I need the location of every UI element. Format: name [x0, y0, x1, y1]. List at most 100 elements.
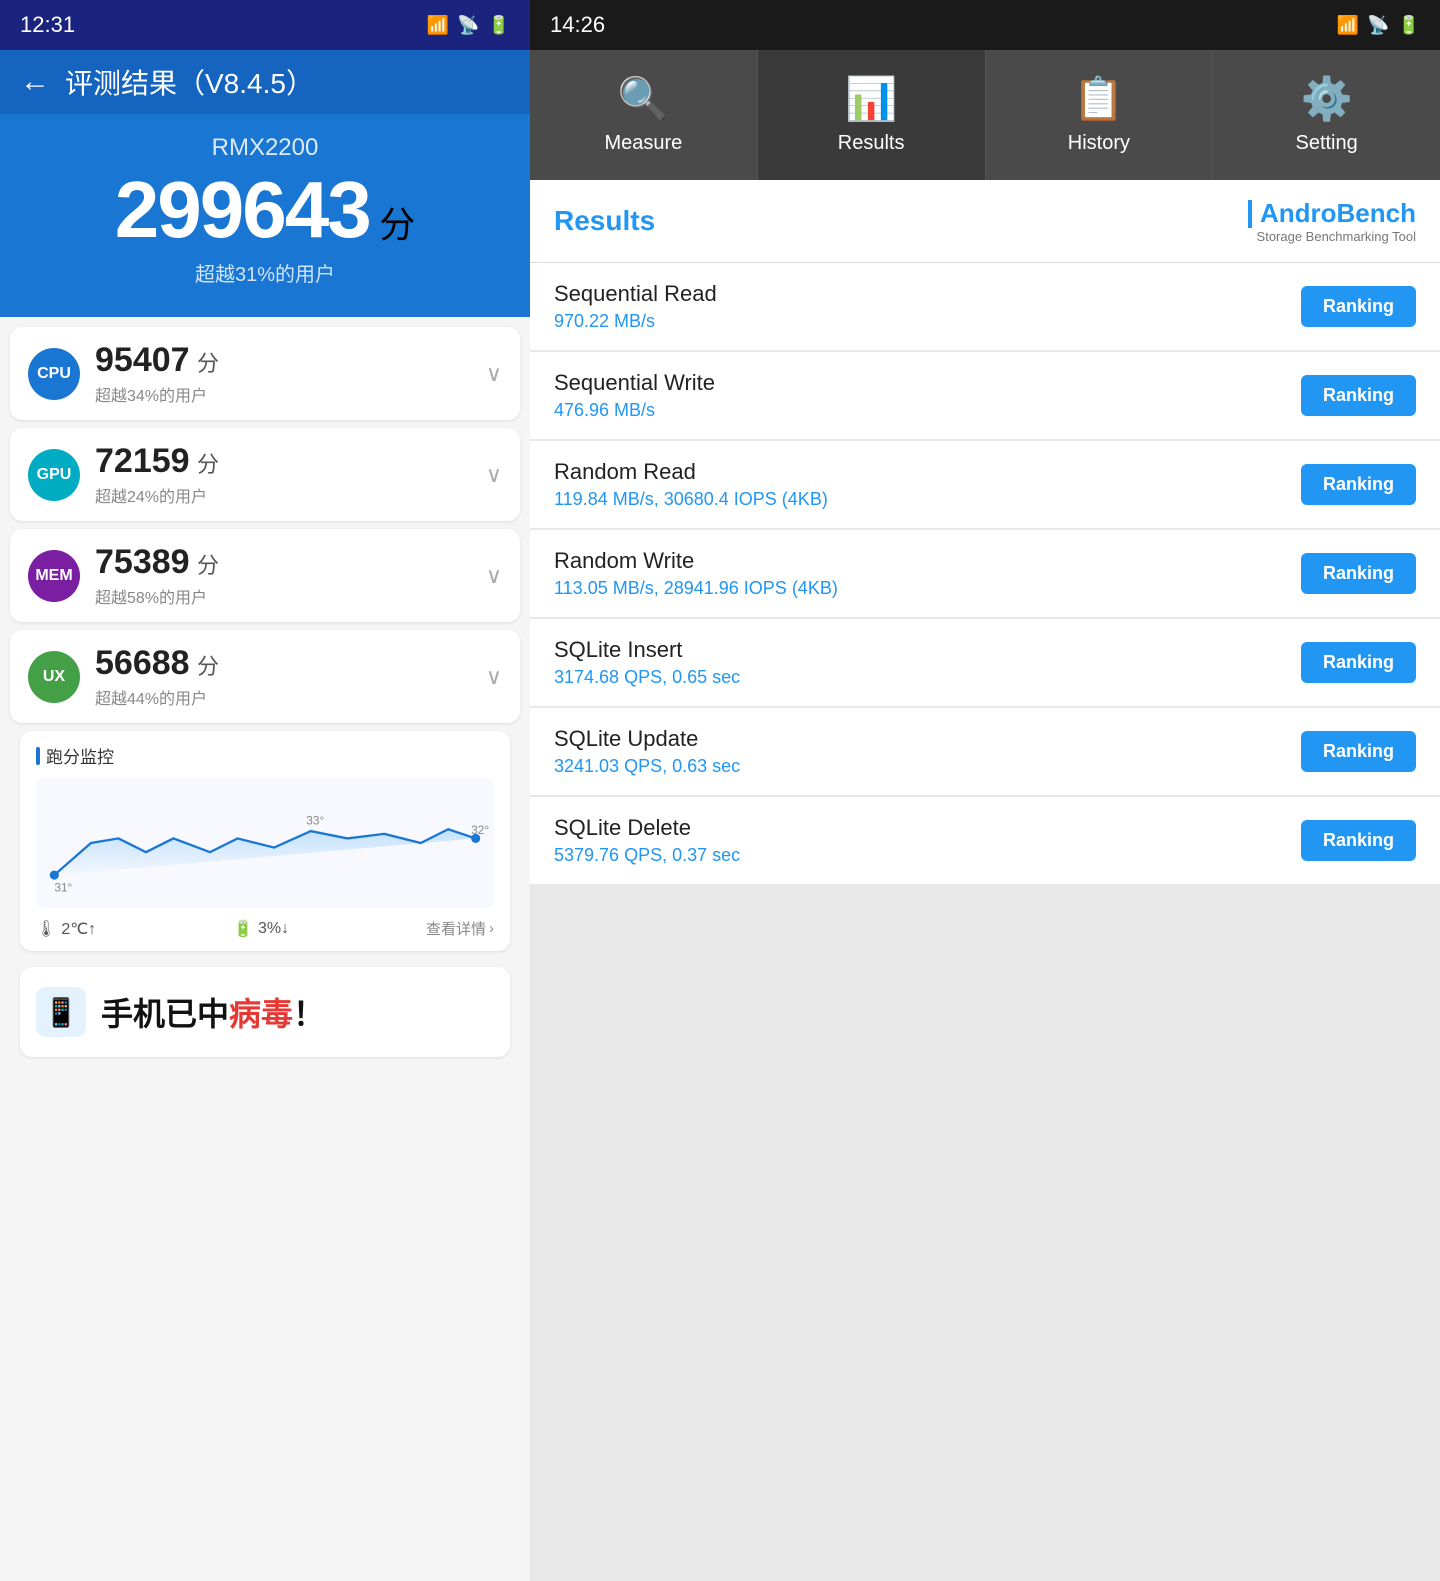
- benchmark-info: Sequential Write 476.96 MB/s: [554, 370, 715, 421]
- score-fen: 分: [197, 351, 219, 376]
- battery-icon-right: 🔋: [1398, 15, 1420, 36]
- status-bar-left: 12:31 📶 📡 🔋: [0, 0, 530, 50]
- virus-icon-box: 📱: [36, 987, 86, 1037]
- temp-stat: 🌡 2℃↑: [36, 919, 96, 939]
- results-tab-label: Results: [838, 132, 905, 155]
- androbench-logo: AndroBench Storage Benchmarking Tool: [1248, 198, 1416, 244]
- signal-icon: 📡: [457, 15, 479, 36]
- chevron-down-icon: ∨: [486, 462, 502, 488]
- ranking-button[interactable]: Ranking: [1301, 820, 1416, 861]
- score-card-cpu[interactable]: CPU 95407 分 超越34%的用户 ∨: [10, 327, 520, 420]
- virus-text-end: ！: [293, 996, 325, 1032]
- benchmark-value: 3174.68 QPS, 0.65 sec: [554, 667, 740, 688]
- benchmark-name: Sequential Read: [554, 281, 717, 307]
- status-icons-left: 📶 📡 🔋: [427, 15, 510, 36]
- header-bar: ← 评测结果（V8.4.5）: [0, 50, 530, 114]
- score-number: 95407 分: [95, 341, 471, 380]
- benchmark-value: 3241.03 QPS, 0.63 sec: [554, 756, 740, 777]
- ranking-button[interactable]: Ranking: [1301, 553, 1416, 594]
- main-score-row: 299643 分: [0, 170, 530, 250]
- score-pct: 超越44%的用户: [95, 685, 471, 709]
- score-section: RMX2200 299643 分 超越31%的用户: [0, 114, 530, 317]
- battery-stat-icon: 🔋: [233, 919, 253, 939]
- score-pct: 超越24%的用户: [95, 483, 471, 507]
- temp-value: 2℃↑: [61, 919, 96, 939]
- wifi-icon: 📶: [427, 15, 449, 36]
- benchmark-value: 119.84 MB/s, 30680.4 IOPS (4KB): [554, 489, 828, 510]
- brand-part1: Andro: [1260, 198, 1337, 228]
- score-info: 72159 分 超越24%的用户: [95, 442, 471, 507]
- battery-value: 3%↓: [258, 920, 289, 938]
- setting-tab-label: Setting: [1295, 132, 1357, 155]
- battery-stat: 🔋 3%↓: [233, 919, 289, 939]
- chevron-down-icon: ∨: [486, 361, 502, 387]
- setting-tab-icon: ⚙️: [1300, 75, 1352, 124]
- history-tab-icon: 📋: [1073, 75, 1125, 124]
- results-header: Results AndroBench Storage Benchmarking …: [530, 180, 1440, 263]
- monitor-section: 跑分监控 31° 33° 32°: [20, 731, 510, 951]
- main-score: 299643: [115, 165, 370, 254]
- score-value: 72159: [95, 442, 190, 480]
- device-name: RMX2200: [0, 134, 530, 162]
- ranking-button[interactable]: Ranking: [1301, 375, 1416, 416]
- score-number: 72159 分: [95, 442, 471, 481]
- tab-setting[interactable]: ⚙️ Setting: [1213, 50, 1440, 180]
- logo-bar: [1248, 200, 1252, 228]
- ranking-button[interactable]: Ranking: [1301, 464, 1416, 505]
- status-bar-right: 14:26 📶 📡 🔋: [530, 0, 1440, 50]
- benchmark-value: 113.05 MB/s, 28941.96 IOPS (4KB): [554, 578, 838, 599]
- ranking-button[interactable]: Ranking: [1301, 731, 1416, 772]
- benchmark-row-6: SQLite Delete 5379.76 QPS, 0.37 sec Rank…: [530, 797, 1440, 884]
- benchmark-name: SQLite Update: [554, 726, 740, 752]
- score-subtitle: 超越31%的用户: [0, 258, 530, 287]
- measure-tab-label: Measure: [604, 132, 682, 155]
- score-card-mem[interactable]: MEM 75389 分 超越58%的用户 ∨: [10, 529, 520, 622]
- score-info: 75389 分 超越58%的用户: [95, 543, 471, 608]
- thermometer-icon: 🌡: [36, 919, 56, 939]
- virus-text-normal: 手机已中: [101, 996, 229, 1032]
- benchmark-info: Sequential Read 970.22 MB/s: [554, 281, 717, 332]
- time-right: 14:26: [550, 12, 605, 38]
- benchmark-value: 970.22 MB/s: [554, 311, 717, 332]
- score-badge-cpu: CPU: [28, 348, 80, 400]
- benchmark-info: Random Read 119.84 MB/s, 30680.4 IOPS (4…: [554, 459, 828, 510]
- benchmark-list: Sequential Read 970.22 MB/s Ranking Sequ…: [530, 263, 1440, 1581]
- virus-text-highlight: 病毒: [229, 996, 293, 1032]
- score-card-gpu[interactable]: GPU 72159 分 超越24%的用户 ∨: [10, 428, 520, 521]
- benchmark-info: SQLite Delete 5379.76 QPS, 0.37 sec: [554, 815, 740, 866]
- benchmark-info: SQLite Update 3241.03 QPS, 0.63 sec: [554, 726, 740, 777]
- signal-icon-right: 📡: [1367, 15, 1389, 36]
- score-pct: 超越34%的用户: [95, 382, 471, 406]
- androbench-brand: AndroBench: [1260, 198, 1416, 229]
- svg-text:33°: 33°: [306, 814, 324, 828]
- monitor-stats: 🌡 2℃↑ 🔋 3%↓ 查看详情 ›: [36, 918, 494, 939]
- right-panel: 14:26 📶 📡 🔋 🔍 Measure 📊 Results 📋 Histor…: [530, 0, 1440, 1581]
- time-left: 12:31: [20, 12, 75, 38]
- benchmark-info: SQLite Insert 3174.68 QPS, 0.65 sec: [554, 637, 740, 688]
- benchmark-name: Random Write: [554, 548, 838, 574]
- benchmark-row-5: SQLite Update 3241.03 QPS, 0.63 sec Rank…: [530, 708, 1440, 795]
- wifi-icon-right: 📶: [1337, 15, 1359, 36]
- score-number: 75389 分: [95, 543, 471, 582]
- benchmark-info: Random Write 113.05 MB/s, 28941.96 IOPS …: [554, 548, 838, 599]
- benchmark-value: 476.96 MB/s: [554, 400, 715, 421]
- benchmark-row-1: Sequential Write 476.96 MB/s Ranking: [530, 352, 1440, 439]
- tab-measure[interactable]: 🔍 Measure: [530, 50, 758, 180]
- score-card-ux[interactable]: UX 56688 分 超越44%的用户 ∨: [10, 630, 520, 723]
- chart-area: 31° 33° 32°: [36, 778, 494, 908]
- tab-results[interactable]: 📊 Results: [758, 50, 986, 180]
- back-button[interactable]: ←: [20, 65, 50, 99]
- score-value: 75389: [95, 543, 190, 581]
- detail-arrow-icon: ›: [489, 920, 494, 937]
- virus-text: 手机已中病毒！: [101, 989, 325, 1035]
- chevron-down-icon: ∨: [486, 563, 502, 589]
- detail-link[interactable]: 查看详情 ›: [426, 918, 494, 939]
- detail-label: 查看详情: [426, 918, 486, 939]
- score-value: 56688: [95, 644, 190, 682]
- ranking-button[interactable]: Ranking: [1301, 642, 1416, 683]
- tab-history[interactable]: 📋 History: [986, 50, 1214, 180]
- tab-bar: 🔍 Measure 📊 Results 📋 History ⚙️ Setting: [530, 50, 1440, 180]
- ranking-button[interactable]: Ranking: [1301, 286, 1416, 327]
- score-badge-ux: UX: [28, 651, 80, 703]
- benchmark-name: SQLite Delete: [554, 815, 740, 841]
